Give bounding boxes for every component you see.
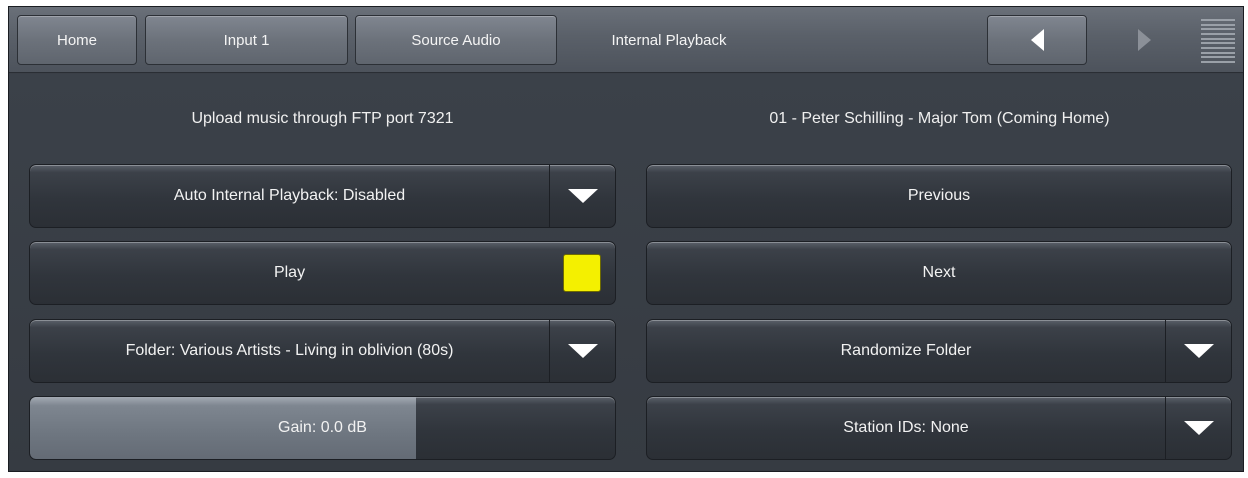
arrow-left-icon bbox=[1030, 29, 1044, 51]
previous-label: Previous bbox=[907, 187, 971, 204]
next-page-button[interactable] bbox=[1099, 15, 1189, 65]
dropdown-toggle[interactable] bbox=[549, 320, 615, 382]
app-window: Home Input 1 Source Audio Internal Playb… bbox=[8, 6, 1244, 472]
folder-dropdown[interactable]: Folder: Various Artists - Living in obli… bbox=[29, 319, 616, 383]
previous-track-button[interactable]: Previous bbox=[646, 164, 1232, 228]
dropdown-toggle[interactable] bbox=[1165, 397, 1231, 459]
top-navigation-bar: Home Input 1 Source Audio Internal Playb… bbox=[9, 7, 1243, 73]
randomize-folder-label: Randomize Folder bbox=[840, 342, 972, 359]
chevron-down-icon bbox=[1183, 421, 1214, 435]
play-status-area bbox=[549, 242, 615, 304]
dropdown-toggle[interactable] bbox=[1165, 320, 1231, 382]
dropdown-toggle[interactable] bbox=[549, 165, 615, 227]
menu-icon[interactable] bbox=[1201, 19, 1235, 63]
auto-internal-playback-label: Auto Internal Playback: Disabled bbox=[173, 187, 406, 204]
tab-internal-playback[interactable]: Internal Playback bbox=[569, 15, 769, 65]
previous-page-button[interactable] bbox=[987, 15, 1087, 65]
play-label: Play bbox=[273, 264, 306, 281]
arrow-right-icon bbox=[1137, 29, 1151, 51]
gain-label: Gain: 0.0 dB bbox=[278, 419, 367, 436]
station-ids-label: Station IDs: None bbox=[843, 419, 969, 436]
chevron-down-icon bbox=[567, 344, 598, 358]
gain-slider[interactable]: Gain: 0.0 dB bbox=[29, 396, 616, 460]
tab-input-1[interactable]: Input 1 bbox=[145, 15, 348, 65]
now-playing-track: 01 - Peter Schilling - Major Tom (Coming… bbox=[769, 110, 1110, 127]
chevron-down-icon bbox=[567, 189, 598, 203]
internal-playback-panel: Upload music through FTP port 7321 01 - … bbox=[9, 74, 1243, 471]
ftp-upload-message: Upload music through FTP port 7321 bbox=[191, 110, 454, 127]
play-button[interactable]: Play bbox=[29, 241, 616, 305]
next-label: Next bbox=[922, 264, 956, 281]
auto-internal-playback-dropdown[interactable]: Auto Internal Playback: Disabled bbox=[29, 164, 616, 228]
tab-home[interactable]: Home bbox=[17, 15, 137, 65]
chevron-down-icon bbox=[1183, 344, 1214, 358]
randomize-folder-dropdown[interactable]: Randomize Folder bbox=[646, 319, 1232, 383]
tab-source-audio[interactable]: Source Audio bbox=[355, 15, 557, 65]
folder-label: Folder: Various Artists - Living in obli… bbox=[125, 342, 454, 359]
next-track-button[interactable]: Next bbox=[646, 241, 1232, 305]
station-ids-dropdown[interactable]: Station IDs: None bbox=[646, 396, 1232, 460]
play-status-indicator bbox=[563, 254, 601, 292]
